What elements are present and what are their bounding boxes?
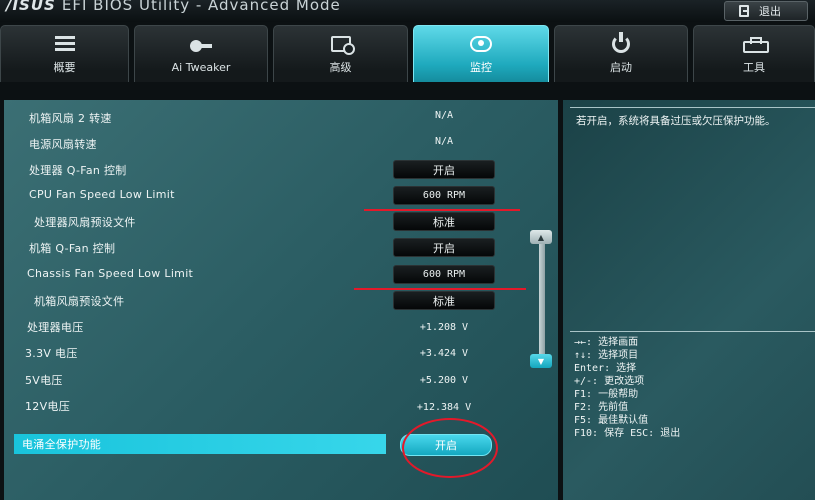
tab-label: 工具 <box>743 61 765 74</box>
tab-label: 高级 <box>329 61 352 74</box>
setting-value: +5.200 V <box>419 375 469 386</box>
setting-label: 3.3V 电压 <box>25 347 78 360</box>
setting-label: 处理器风扇预设文件 <box>34 216 136 229</box>
tab-label: 概要 <box>53 61 76 74</box>
setting-row-cpu-fan-low-limit[interactable]: CPU Fan Speed Low Limit 600 RPM <box>0 184 520 208</box>
asus-logo: /ISUS <box>6 0 56 14</box>
exit-label: 退出 <box>759 5 781 18</box>
setting-value: +1.208 V <box>419 322 469 333</box>
setting-label: 5V电压 <box>25 374 63 387</box>
setting-row-chassis-fan-profile[interactable]: 机箱风扇预设文件 标准 <box>0 289 520 313</box>
exit-icon <box>739 5 749 17</box>
tab-monitor[interactable]: 监控 <box>413 25 549 82</box>
annotation-circle <box>402 418 498 478</box>
tab-boot[interactable]: 启动 <box>554 25 688 82</box>
key-hint: F10: 保存 ESC: 退出 <box>574 428 681 439</box>
list-icon <box>54 36 75 52</box>
tab-main[interactable]: 概要 <box>0 25 129 82</box>
setting-row-cpu-qfan-control[interactable]: 处理器 Q-Fan 控制 开启 <box>0 158 520 182</box>
help-divider <box>570 107 815 108</box>
power-icon <box>612 32 630 53</box>
setting-row-chassis-fan-low-limit[interactable]: Chassis Fan Speed Low Limit 600 RPM <box>0 263 520 287</box>
setting-value: N/A <box>434 136 454 147</box>
chassis-fan-low-limit-button[interactable]: 600 RPM <box>393 265 495 284</box>
tab-label: Ai Tweaker <box>171 60 231 74</box>
monitor-icon <box>470 36 492 52</box>
setting-row-chassis-qfan-control[interactable]: 机箱 Q-Fan 控制 开启 <box>0 236 520 260</box>
tab-advanced[interactable]: 高级 <box>273 25 408 82</box>
key-hint: F1: 一般帮助 <box>574 389 639 400</box>
cpu-fan-low-limit-button[interactable]: 600 RPM <box>393 186 495 205</box>
setting-label: Chassis Fan Speed Low Limit <box>27 267 194 280</box>
scroll-up-button[interactable]: ▲ <box>530 230 552 244</box>
tab-label: 启动 <box>610 61 632 74</box>
chassis-qfan-control-button[interactable]: 开启 <box>393 238 495 257</box>
setting-label: CPU Fan Speed Low Limit <box>29 188 175 201</box>
arrow-up-icon: ▲ <box>537 232 545 242</box>
key-hint: F2: 先前值 <box>574 402 629 413</box>
bios-title-text: EFI BIOS Utility - Advanced Mode <box>61 0 341 14</box>
tab-label: 监控 <box>470 61 492 74</box>
setting-label: 机箱风扇预设文件 <box>34 295 125 308</box>
setting-value: +3.424 V <box>419 348 469 359</box>
scrollbar-track[interactable] <box>539 232 545 360</box>
help-description: 若开启，系统将具备过压或欠压保护功能。 <box>576 115 776 127</box>
bios-title: /ISUS EFI BIOS Utility - Advanced Mode <box>6 0 341 14</box>
setting-label: 处理器 Q-Fan 控制 <box>29 164 127 177</box>
main-tabs: 概要 Ai Tweaker 高级 监控 启动 工具 <box>0 25 815 82</box>
key-hint: F5: 最佳默认值 <box>574 415 649 426</box>
setting-value: N/A <box>434 110 454 121</box>
arrow-down-icon: ▼ <box>537 356 545 366</box>
help-panel <box>563 100 815 500</box>
key-hint: Enter: 选择 <box>574 363 637 374</box>
cpu-qfan-control-button[interactable]: 开启 <box>393 160 495 179</box>
cpu-fan-profile-button[interactable]: 标准 <box>393 212 495 231</box>
setting-row-cpu-fan-profile[interactable]: 处理器风扇预设文件 标准 <box>0 210 520 234</box>
setting-label: 12V电压 <box>25 400 71 413</box>
setting-label: 电涌全保护功能 <box>22 438 102 451</box>
setting-row-chassis-fan2-speed: 机箱风扇 2 转速 N/A <box>0 106 520 130</box>
scroll-down-button[interactable]: ▼ <box>530 354 552 368</box>
tool-icon <box>743 37 769 53</box>
setting-label: 电源风扇转速 <box>29 138 97 151</box>
help-divider <box>570 331 815 332</box>
setting-row-12v-voltage: 12V电压 +12.384 V <box>0 394 520 418</box>
tweaker-icon <box>190 39 212 53</box>
setting-row-3v3-voltage: 3.3V 电压 +3.424 V <box>0 341 520 365</box>
setting-label: 处理器电压 <box>27 321 84 334</box>
annotation-underline <box>364 209 520 211</box>
setting-row-cpu-voltage: 处理器电压 +1.208 V <box>0 315 520 339</box>
exit-button[interactable]: 退出 <box>724 1 808 21</box>
tab-tool[interactable]: 工具 <box>693 25 815 82</box>
key-hint: →←: 选择画面 <box>574 337 639 348</box>
tab-ai-tweaker[interactable]: Ai Tweaker <box>134 25 268 82</box>
setting-label: 机箱 Q-Fan 控制 <box>29 242 116 255</box>
key-hint: ↑↓: 选择项目 <box>574 350 639 361</box>
setting-row-5v-voltage: 5V电压 +5.200 V <box>0 368 520 392</box>
setting-row-psu-fan-speed: 电源风扇转速 N/A <box>0 132 520 156</box>
key-legend: →←: 选择画面 ↑↓: 选择项目 Enter: 选择 +/-: 更改选项 F1… <box>574 336 810 440</box>
key-hint: +/-: 更改选项 <box>574 376 645 387</box>
setting-label: 机箱风扇 2 转速 <box>29 112 112 125</box>
chassis-fan-profile-button[interactable]: 标准 <box>393 291 495 310</box>
setting-value: +12.384 V <box>416 402 472 413</box>
annotation-underline <box>354 288 526 290</box>
title-bar: /ISUS EFI BIOS Utility - Advanced Mode 退出 <box>0 0 815 22</box>
advanced-icon <box>330 36 355 55</box>
